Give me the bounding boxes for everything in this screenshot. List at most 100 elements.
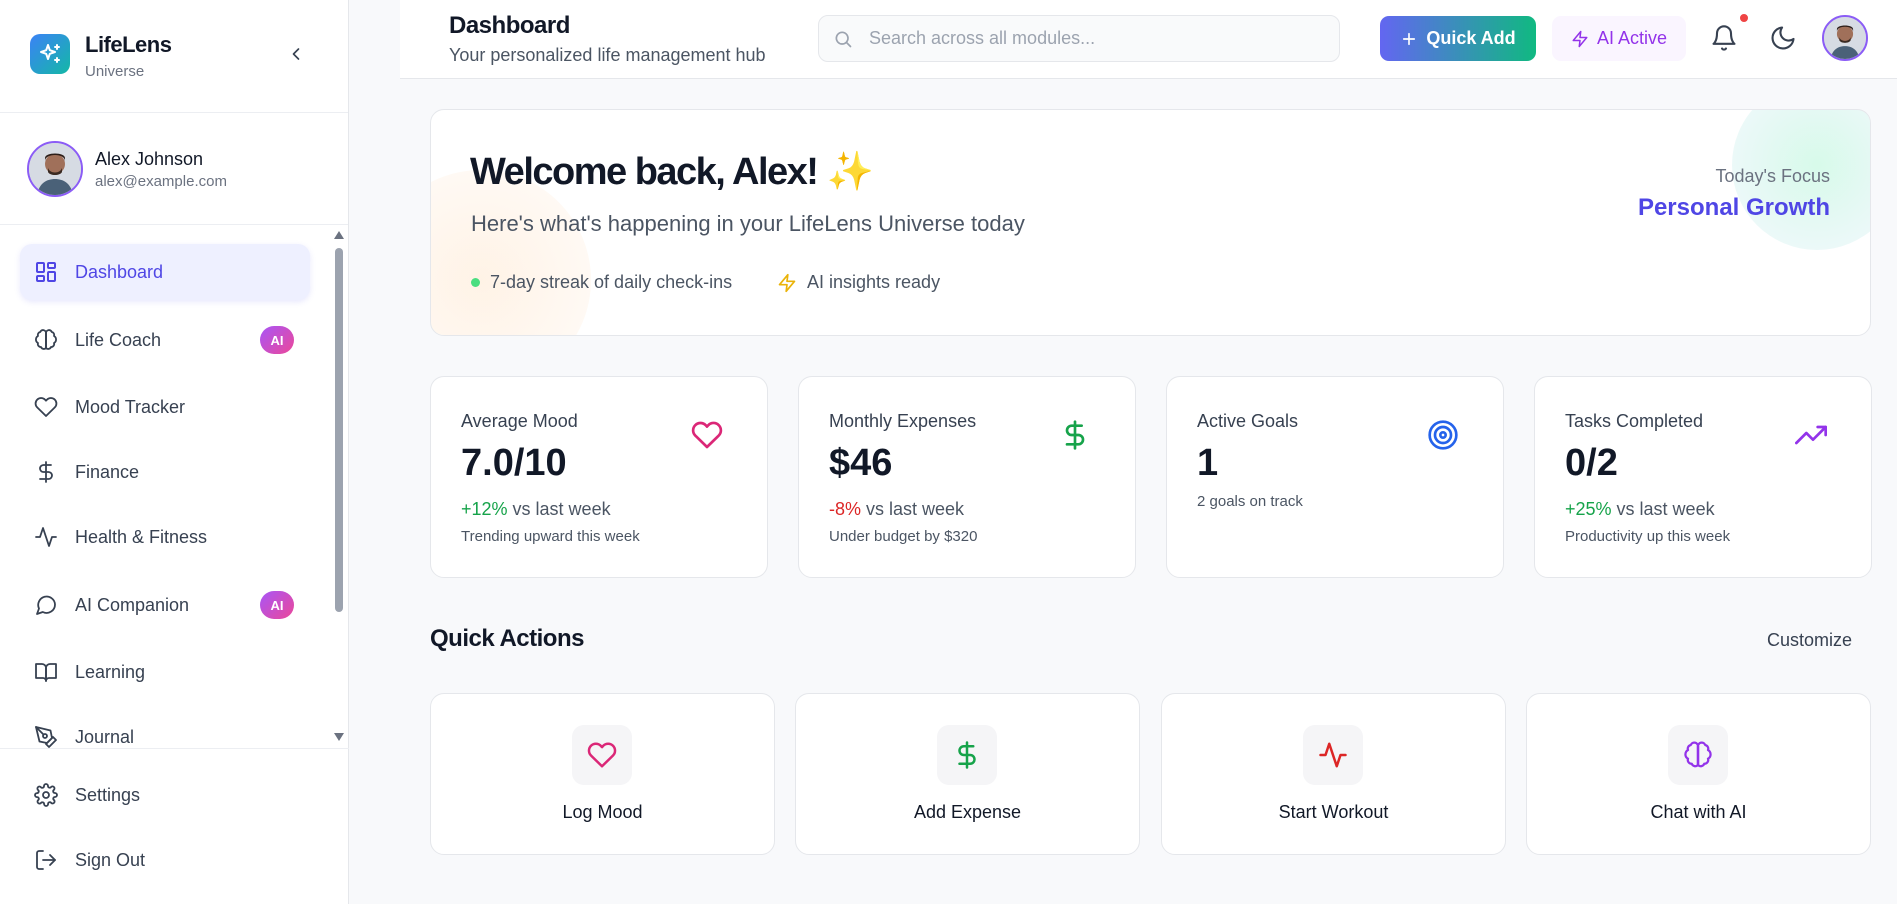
stat-value: $46 <box>829 442 893 484</box>
stat-value: 1 <box>1197 442 1219 484</box>
chevron-left-icon <box>292 48 300 60</box>
customize-button[interactable]: Customize <box>1767 630 1852 651</box>
chat-icon <box>36 595 56 615</box>
streak-text: 7-day streak of daily check-ins <box>490 272 733 292</box>
sidebar-nav: Dashboard Life Coach AI Mood Tracker Fin… <box>0 226 349 748</box>
dollar-icon <box>958 741 976 769</box>
stat-title: Active Goals <box>1197 411 1299 431</box>
pen-icon <box>35 726 57 748</box>
scroll-up-arrow-icon[interactable] <box>333 230 345 240</box>
heart-icon <box>691 421 723 449</box>
sidebar-scrollbar[interactable] <box>331 228 345 748</box>
ai-badge: AI <box>260 591 294 619</box>
brain-icon <box>35 329 57 350</box>
stat-title: Tasks Completed <box>1565 411 1704 431</box>
sidebar: LifeLens Universe Alex Johnson alex@exam… <box>0 0 349 904</box>
sidebar-item-dashboard[interactable]: Dashboard <box>20 244 310 300</box>
sidebar-item-sign-out[interactable]: Sign Out <box>20 832 310 888</box>
quick-action-icon-box <box>1303 725 1363 785</box>
brand-subtitle: Universe <box>85 63 145 80</box>
notification-dot <box>1737 11 1751 25</box>
target-icon <box>1428 420 1458 450</box>
activity-icon <box>35 527 57 547</box>
quick-actions-title: Quick Actions <box>430 625 584 652</box>
quick-action-icon-box <box>1668 725 1728 785</box>
scroll-down-arrow-icon[interactable] <box>333 732 345 742</box>
sidebar-item-learning[interactable]: Learning <box>20 644 310 700</box>
quick-action-label: Chat with AI <box>1650 802 1747 822</box>
quick-action-icon-box <box>572 725 632 785</box>
stat-value: 0/2 <box>1565 442 1618 484</box>
stat-change-suffix: vs last week <box>507 499 611 519</box>
stat-card-active-goals[interactable]: Active Goals 1 2 goals on track <box>1166 376 1504 578</box>
insights-text: AI insights ready <box>807 272 941 292</box>
stat-card-tasks-completed[interactable]: Tasks Completed 0/2 +25% vs last week Pr… <box>1534 376 1872 578</box>
decorative-blob <box>431 170 591 335</box>
collapse-sidebar-button[interactable] <box>284 42 308 66</box>
stat-note: 2 goals on track <box>1197 493 1303 510</box>
stat-change: +25% vs last week <box>1565 499 1715 520</box>
moon-icon[interactable] <box>1769 24 1797 52</box>
stat-note: Productivity up this week <box>1565 528 1731 545</box>
avatar[interactable] <box>1822 15 1868 61</box>
quick-action-start-workout[interactable]: Start Workout <box>1161 693 1506 855</box>
plus-icon <box>1403 32 1416 45</box>
gear-icon <box>34 783 58 807</box>
quick-action-chat-with-ai[interactable]: Chat with AI <box>1526 693 1871 855</box>
ai-active-button[interactable]: AI Active <box>1552 16 1686 61</box>
search-box[interactable] <box>818 15 1340 62</box>
stat-note: Under budget by $320 <box>829 528 978 545</box>
bell-icon[interactable] <box>1710 24 1738 52</box>
scroll-thumb[interactable] <box>335 248 343 612</box>
brain-icon <box>1684 741 1712 768</box>
stat-change-suffix: vs last week <box>861 499 965 519</box>
sidebar-item-label: Life Coach <box>75 329 162 350</box>
sparkles-logo-icon <box>30 34 70 74</box>
user-email: alex@example.com <box>95 173 227 190</box>
sidebar-item-label: Health & Fitness <box>75 526 208 547</box>
sidebar-item-life-coach[interactable]: Life Coach AI <box>20 312 310 368</box>
sidebar-item-label: Finance <box>75 461 140 482</box>
heart-icon <box>587 742 617 768</box>
sidebar-item-label: Learning <box>75 661 146 682</box>
avatar <box>27 141 83 197</box>
sidebar-item-label: Dashboard <box>75 261 164 282</box>
sidebar-item-finance[interactable]: Finance <box>20 444 310 500</box>
search-icon <box>835 31 852 48</box>
status-dot-icon <box>471 278 480 287</box>
quick-action-label: Add Expense <box>913 802 1022 822</box>
quick-action-label: Log Mood <box>562 802 643 822</box>
quick-add-button[interactable]: Quick Add <box>1380 16 1536 61</box>
search-input[interactable] <box>869 16 1329 61</box>
stat-change: +12% vs last week <box>461 499 611 520</box>
user-profile[interactable]: Alex Johnson alex@example.com <box>0 113 348 225</box>
stat-title: Monthly Expenses <box>829 411 977 431</box>
welcome-subtitle: Here's what's happening in your LifeLens… <box>471 211 1025 236</box>
page-subtitle: Your personalized life management hub <box>449 45 766 65</box>
quick-action-log-mood[interactable]: Log Mood <box>430 693 775 855</box>
focus-value: Personal Growth <box>1637 194 1830 221</box>
ai-active-label: AI Active <box>1596 28 1668 48</box>
stat-change-value: +25% <box>1565 499 1612 519</box>
lightning-icon <box>778 273 796 292</box>
stat-card-monthly-expenses[interactable]: Monthly Expenses $46 -8% vs last week Un… <box>798 376 1136 578</box>
user-name: Alex Johnson <box>95 149 204 169</box>
brand-name: LifeLens <box>85 32 172 57</box>
heart-icon <box>34 397 58 417</box>
dollar-icon <box>1065 420 1085 450</box>
welcome-title: Welcome back, Alex! ✨ <box>470 151 874 193</box>
quick-action-add-expense[interactable]: Add Expense <box>795 693 1140 855</box>
sidebar-item-mood-tracker[interactable]: Mood Tracker <box>20 379 310 435</box>
stat-card-average-mood[interactable]: Average Mood 7.0/10 +12% vs last week Tr… <box>430 376 768 578</box>
stat-value: 7.0/10 <box>461 442 567 484</box>
quick-action-icon-box <box>937 725 997 785</box>
sidebar-item-settings[interactable]: Settings <box>20 767 310 823</box>
ai-badge: AI <box>260 326 294 354</box>
sidebar-item-label: Sign Out <box>75 849 146 870</box>
sidebar-item-journal[interactable]: Journal <box>20 709 310 748</box>
sidebar-item-health-fitness[interactable]: Health & Fitness <box>20 509 310 565</box>
insights-indicator: AI insights ready <box>777 272 940 293</box>
quick-action-label: Start Workout <box>1278 802 1389 822</box>
stat-change-value: -8% <box>829 499 862 519</box>
sidebar-item-ai-companion[interactable]: AI Companion AI <box>20 577 310 633</box>
